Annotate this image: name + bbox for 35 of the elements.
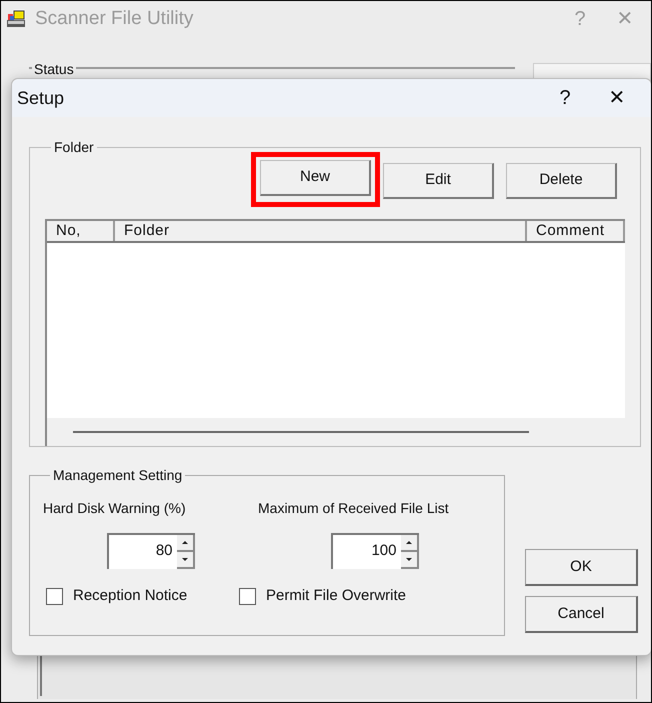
spin-up-button[interactable] [400,535,418,552]
spinner-value: 80 [154,541,174,561]
spinner-field[interactable]: 80 [106,533,194,569]
spin-down-button[interactable] [176,552,194,569]
checkbox-label: Reception Notice [73,586,188,606]
spinner-label: Maximum of Received File List [258,499,449,518]
column-header[interactable]: Comment [527,221,625,241]
dialog-title: Setup [17,86,66,110]
down-arrow-icon [182,558,188,561]
spinner-field[interactable]: 100 [330,533,418,569]
close-button[interactable]: ✕ [583,83,651,113]
spinner-label: Hard Disk Warning (%) [43,499,186,518]
dialog-button[interactable]: Cancel [525,596,638,633]
group-legend: Management Setting [50,465,186,486]
checkbox[interactable] [46,588,63,605]
toolbar-button[interactable]: Edit [383,163,494,199]
scrollbar-thumb[interactable] [73,431,529,433]
window-title: Scanner File Utility [35,6,194,31]
new-button[interactable]: New [260,160,371,196]
up-arrow-icon [406,541,412,544]
dialog-button[interactable]: OK [525,549,638,586]
checkbox[interactable] [239,588,256,605]
spinner-value: 100 [370,541,398,561]
scanner-icon [5,8,27,30]
toolbar-button[interactable]: Delete [506,163,617,199]
column-header[interactable]: No, [47,221,115,241]
help-button[interactable]: ? [547,83,583,113]
up-arrow-icon [182,541,188,544]
checkbox-label: Permit File Overwrite [266,586,406,606]
group-legend: Folder [51,137,97,158]
column-header[interactable]: Folder [115,221,527,241]
spin-down-button[interactable] [400,552,418,569]
down-arrow-icon [406,558,412,561]
spin-up-button[interactable] [176,535,194,552]
horizontal-scrollbar[interactable] [47,418,625,446]
